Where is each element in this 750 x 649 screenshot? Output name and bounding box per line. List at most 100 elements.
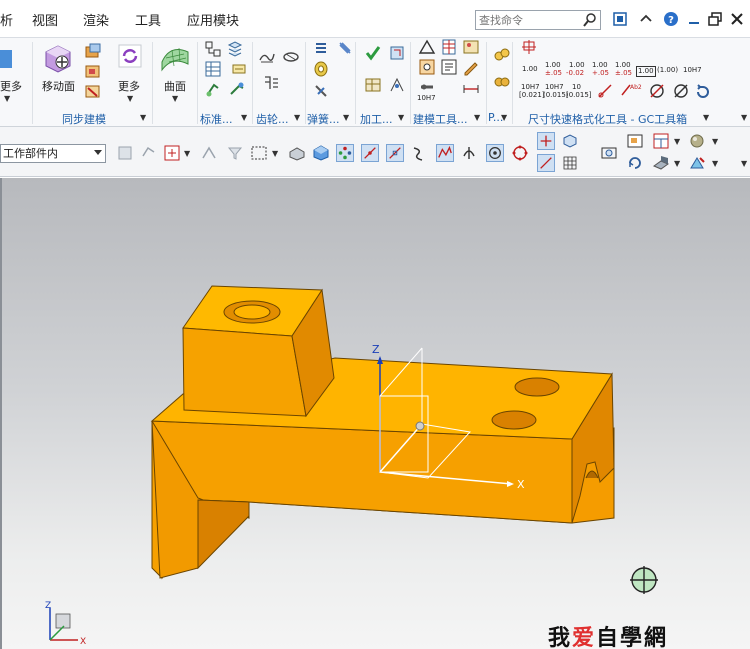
window-restore-icon[interactable] (612, 11, 628, 27)
dim-fit[interactable]: 10H7 (683, 67, 702, 74)
point-filter-icon[interactable] (200, 144, 218, 162)
snap-endpoints-icon[interactable] (336, 144, 354, 162)
dim-fit-tol-1[interactable]: 10H7 (521, 84, 540, 91)
snap-point-icon[interactable] (163, 144, 181, 162)
image-icon[interactable] (462, 38, 480, 56)
dim-nominal[interactable]: 1.00 (522, 66, 538, 73)
command-search[interactable] (475, 10, 601, 30)
dim-symmetric[interactable]: 1.00 (545, 62, 561, 69)
note-icon[interactable] (440, 58, 458, 76)
table-icon[interactable] (440, 38, 458, 56)
bolt-icon[interactable] (204, 80, 222, 98)
select-faces-icon[interactable] (116, 144, 134, 162)
group-expand-arrow[interactable]: ▼ (474, 113, 480, 122)
machining-feature-icon[interactable] (388, 44, 406, 62)
toolbar-options-arrow[interactable]: ▼ (741, 159, 747, 168)
dropdown-arrow[interactable]: ▼ (674, 159, 680, 168)
group-expand-arrow[interactable]: ▼ (343, 113, 349, 122)
dim-upper[interactable]: 1.00 (592, 62, 608, 69)
surface-icon[interactable] (160, 42, 190, 72)
spring-list-icon[interactable] (312, 40, 330, 58)
layout-view-icon[interactable] (652, 132, 670, 150)
dim-fit-tol-3[interactable]: 10 (572, 84, 581, 91)
close-icon[interactable] (729, 11, 745, 27)
dim-bilateral[interactable]: 1.00 (569, 62, 585, 69)
help-icon[interactable]: ? (663, 11, 679, 27)
zoom-window-icon[interactable] (626, 132, 644, 150)
snap-control-point-icon[interactable] (436, 144, 454, 162)
hole-icon[interactable] (418, 58, 436, 76)
gear-modeling-icon[interactable] (262, 74, 280, 92)
dimension-line-icon[interactable] (462, 80, 480, 98)
spring-icon[interactable] (336, 40, 354, 58)
parameter-icon[interactable] (493, 46, 511, 64)
graphics-viewport[interactable]: Z X Z X (0, 178, 750, 649)
dropdown-arrow[interactable]: ▼ (674, 137, 680, 146)
diameter-red-icon[interactable] (596, 82, 614, 100)
dropdown-arrow[interactable]: ▼ (4, 94, 10, 103)
move-face-label[interactable]: 移动面 (42, 78, 75, 94)
group-expand-arrow[interactable]: ▼ (294, 113, 300, 122)
check-icon[interactable] (364, 44, 382, 62)
sphere-render-icon[interactable] (688, 132, 706, 150)
ribbon-options-arrow[interactable]: ▼ (741, 113, 747, 122)
select-features-icon[interactable] (140, 144, 158, 162)
parameter-table-icon[interactable] (493, 72, 511, 90)
dim-lower[interactable]: 1.00 (615, 62, 631, 69)
spreadsheet-icon[interactable] (204, 60, 222, 78)
surface-label[interactable]: 曲面 (164, 78, 186, 94)
menu-application[interactable]: 应用模块 (187, 10, 239, 29)
snap-curve-icon[interactable] (410, 144, 428, 162)
reuse-library-icon[interactable] (226, 40, 244, 58)
group-expand-arrow[interactable]: ▼ (501, 113, 507, 122)
offset-region-icon[interactable] (84, 62, 102, 80)
text-red-icon[interactable]: Ab2 (620, 80, 642, 98)
snap-on-curve-icon[interactable] (537, 154, 555, 172)
snap-bounded-icon[interactable] (561, 132, 579, 150)
rotate-view-icon[interactable] (626, 154, 644, 172)
dim-reference[interactable]: (1.00) (657, 67, 678, 74)
search-icon[interactable] (582, 12, 598, 28)
dimension-style-icon[interactable] (520, 38, 538, 56)
cylindrical-gear-icon[interactable] (258, 48, 276, 66)
pull-face-icon[interactable] (84, 42, 102, 60)
minimize-icon[interactable] (686, 11, 702, 27)
menu-tools[interactable]: 工具 (135, 10, 161, 29)
menu-render[interactable]: 渲染 (83, 10, 109, 29)
part-family-icon[interactable] (204, 40, 222, 58)
shaded-view-icon[interactable] (288, 144, 306, 162)
delete-face-icon[interactable] (84, 82, 102, 100)
delete-spring-icon[interactable] (312, 82, 330, 100)
filter-icon[interactable] (226, 144, 244, 162)
pen-edit-icon[interactable] (462, 58, 480, 76)
snap-midpoint-icon[interactable] (361, 144, 379, 162)
solid-view-icon[interactable] (312, 144, 330, 162)
sync-more-icon[interactable] (118, 44, 142, 68)
diameter-alt-icon[interactable] (672, 82, 690, 100)
machining-check-icon[interactable] (388, 76, 406, 94)
dim-basic[interactable]: 1.00 (636, 66, 656, 77)
dropdown-arrow[interactable]: ▼ (712, 137, 718, 146)
snap-center-icon[interactable] (486, 144, 504, 162)
bevel-gear-icon[interactable] (282, 48, 300, 66)
fit-view-icon[interactable] (600, 144, 618, 162)
command-search-input[interactable] (476, 11, 576, 29)
fastener-icon[interactable] (228, 80, 246, 98)
move-face-icon[interactable] (42, 42, 74, 74)
snap-existing-point-icon[interactable] (537, 132, 555, 150)
dropdown-arrow[interactable]: ▼ (272, 149, 278, 158)
group-expand-arrow[interactable]: ▼ (703, 113, 709, 122)
spring-coil-icon[interactable] (312, 60, 330, 78)
machining-table-icon[interactable] (364, 76, 382, 94)
menu-view[interactable]: 视图 (32, 10, 58, 29)
group-expand-arrow[interactable]: ▼ (241, 113, 247, 122)
more-label[interactable]: 更多 (118, 78, 140, 94)
chevron-up-icon[interactable] (638, 11, 654, 27)
group-expand-arrow[interactable]: ▼ (140, 113, 146, 122)
dropdown-arrow[interactable]: ▼ (127, 94, 133, 103)
perspective-icon[interactable] (652, 154, 670, 172)
rectangle-select-icon[interactable] (250, 144, 268, 162)
dropdown-arrow[interactable]: ▼ (184, 149, 190, 158)
more-tools-icon[interactable] (0, 46, 14, 72)
dropdown-arrow[interactable]: ▼ (172, 94, 178, 103)
